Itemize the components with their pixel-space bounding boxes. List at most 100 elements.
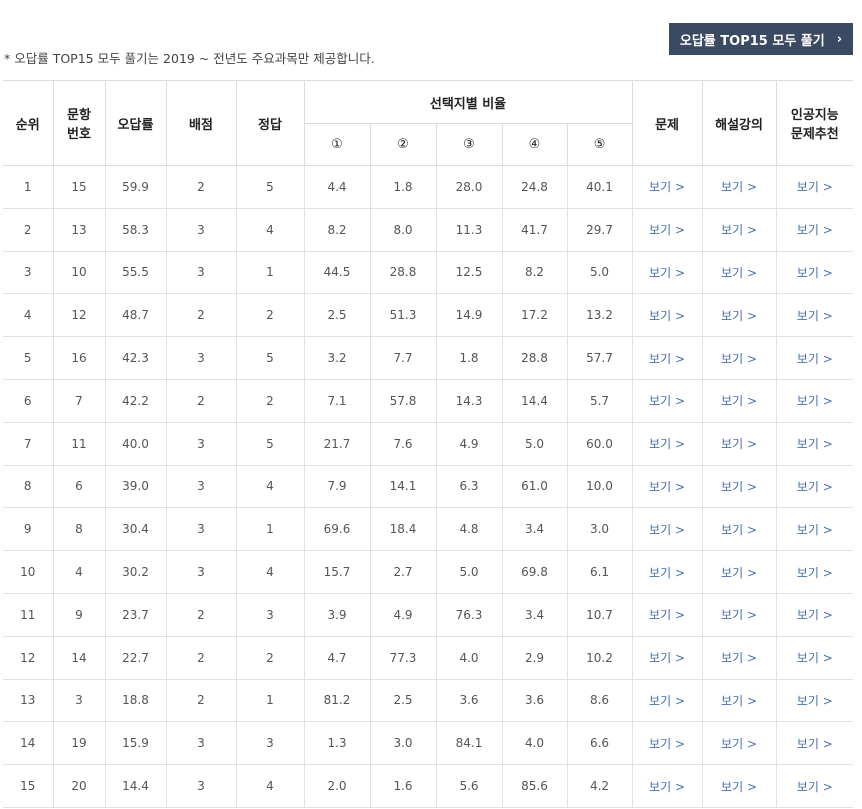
view-lecture-link[interactable]: 보기 >	[721, 394, 757, 408]
view-lecture-link[interactable]: 보기 >	[721, 480, 757, 494]
rank-cell: 3	[3, 250, 54, 295]
view-problem-link[interactable]: 보기 >	[649, 780, 685, 794]
choice-5-ratio-cell: 6.1	[566, 550, 633, 594]
view-ai-recommend-link[interactable]: 보기 >	[797, 437, 833, 451]
choice-4-ratio-cell: 24.8	[501, 165, 568, 209]
choice-3-ratio-cell: 5.6	[435, 764, 503, 808]
view-ai-recommend-link[interactable]: 보기 >	[797, 523, 833, 537]
view-lecture-link[interactable]: 보기 >	[721, 223, 757, 237]
rank-cell: 15	[3, 764, 54, 808]
view-ai-recommend-link[interactable]: 보기 >	[797, 651, 833, 665]
view-ai-recommend-link[interactable]: 보기 >	[797, 180, 833, 194]
solve-top15-button[interactable]: 오답률 TOP15 모두 풀기 ›	[669, 23, 853, 55]
header-lecture: 해설강의	[701, 80, 777, 166]
view-problem-link[interactable]: 보기 >	[649, 608, 685, 622]
choice-5-ratio-cell: 4.2	[566, 764, 633, 808]
choice-2-ratio-cell: 14.1	[369, 464, 437, 509]
view-lecture-link[interactable]: 보기 >	[721, 437, 757, 451]
choice-4-ratio-cell: 3.4	[501, 592, 568, 637]
view-ai-recommend-link[interactable]: 보기 >	[797, 266, 833, 280]
choice-5-ratio-cell: 10.0	[566, 464, 633, 509]
header-choice-5: ⑤	[566, 123, 633, 166]
view-ai-recommend-link[interactable]: 보기 >	[797, 694, 833, 708]
view-ai-recommend-link[interactable]: 보기 >	[797, 309, 833, 323]
table-row: 14 19 15.9 3 3 1.3 3.0 84.1 4.0 6.6 보기 > 보기 > 보기 >	[3, 721, 854, 766]
rank-cell: 11	[3, 592, 54, 637]
answer-cell: 3	[235, 592, 305, 637]
answer-cell: 4	[235, 464, 305, 509]
view-problem-link[interactable]: 보기 >	[649, 651, 685, 665]
lecture-cell: 보기 >	[701, 678, 777, 723]
question-number-cell: 3	[52, 678, 106, 723]
answer-cell: 2	[235, 293, 305, 338]
view-problem-link[interactable]: 보기 >	[649, 566, 685, 580]
lecture-cell: 보기 >	[701, 764, 777, 808]
view-problem-link[interactable]: 보기 >	[649, 352, 685, 366]
choice-1-ratio-cell: 44.5	[303, 250, 371, 295]
view-lecture-link[interactable]: 보기 >	[721, 566, 757, 580]
view-ai-recommend-link[interactable]: 보기 >	[797, 737, 833, 751]
choice-5-ratio-cell: 8.6	[566, 678, 633, 723]
view-lecture-link[interactable]: 보기 >	[721, 523, 757, 537]
view-ai-recommend-link[interactable]: 보기 >	[797, 394, 833, 408]
problem-cell: 보기 >	[631, 678, 703, 723]
question-number-cell: 13	[52, 207, 106, 252]
view-problem-link[interactable]: 보기 >	[649, 394, 685, 408]
problem-cell: 보기 >	[631, 378, 703, 423]
problem-cell: 보기 >	[631, 635, 703, 680]
view-problem-link[interactable]: 보기 >	[649, 694, 685, 708]
table-row: 6 7 42.2 2 2 7.1 57.8 14.3 14.4 5.7 보기 > 보기 > 보기 >	[3, 378, 854, 423]
view-lecture-link[interactable]: 보기 >	[721, 608, 757, 622]
lecture-cell: 보기 >	[701, 550, 777, 594]
view-problem-link[interactable]: 보기 >	[649, 437, 685, 451]
table-row: 11 9 23.7 2 3 3.9 4.9 76.3 3.4 10.7 보기 > 보기 > 보기 >	[3, 592, 854, 637]
choice-1-ratio-cell: 7.9	[303, 464, 371, 509]
view-problem-link[interactable]: 보기 >	[649, 737, 685, 751]
points-cell: 3	[165, 764, 237, 808]
view-problem-link[interactable]: 보기 >	[649, 223, 685, 237]
choice-1-ratio-cell: 2.0	[303, 764, 371, 808]
ai-recommend-cell: 보기 >	[775, 678, 854, 723]
view-problem-link[interactable]: 보기 >	[649, 180, 685, 194]
choice-2-ratio-cell: 4.9	[369, 592, 437, 637]
wrong-rate-cell: 48.7	[104, 293, 167, 338]
header-choice-2: ②	[369, 123, 437, 166]
view-lecture-link[interactable]: 보기 >	[721, 651, 757, 665]
ai-recommend-cell: 보기 >	[775, 635, 854, 680]
view-ai-recommend-link[interactable]: 보기 >	[797, 608, 833, 622]
view-lecture-link[interactable]: 보기 >	[721, 266, 757, 280]
view-lecture-link[interactable]: 보기 >	[721, 780, 757, 794]
rank-cell: 4	[3, 293, 54, 338]
view-problem-link[interactable]: 보기 >	[649, 480, 685, 494]
problem-cell: 보기 >	[631, 550, 703, 594]
view-ai-recommend-link[interactable]: 보기 >	[797, 352, 833, 366]
view-lecture-link[interactable]: 보기 >	[721, 737, 757, 751]
view-ai-recommend-link[interactable]: 보기 >	[797, 780, 833, 794]
wrong-rate-cell: 40.0	[104, 421, 167, 466]
choice-3-ratio-cell: 3.6	[435, 678, 503, 723]
view-ai-recommend-link[interactable]: 보기 >	[797, 566, 833, 580]
rank-cell: 8	[3, 464, 54, 509]
header-choice-4: ④	[501, 123, 568, 166]
header-answer: 정답	[235, 80, 305, 166]
view-lecture-link[interactable]: 보기 >	[721, 352, 757, 366]
lecture-cell: 보기 >	[701, 293, 777, 338]
question-number-cell: 11	[52, 421, 106, 466]
view-ai-recommend-link[interactable]: 보기 >	[797, 223, 833, 237]
view-problem-link[interactable]: 보기 >	[649, 309, 685, 323]
choice-5-ratio-cell: 60.0	[566, 421, 633, 466]
view-ai-recommend-link[interactable]: 보기 >	[797, 480, 833, 494]
view-problem-link[interactable]: 보기 >	[649, 266, 685, 280]
choice-2-ratio-cell: 51.3	[369, 293, 437, 338]
rank-cell: 6	[3, 378, 54, 423]
view-lecture-link[interactable]: 보기 >	[721, 694, 757, 708]
choice-4-ratio-cell: 2.9	[501, 635, 568, 680]
chevron-right-icon: ›	[836, 31, 843, 47]
ai-recommend-cell: 보기 >	[775, 464, 854, 509]
points-cell: 3	[165, 207, 237, 252]
choice-2-ratio-cell: 8.0	[369, 207, 437, 252]
view-lecture-link[interactable]: 보기 >	[721, 180, 757, 194]
view-lecture-link[interactable]: 보기 >	[721, 309, 757, 323]
table-row: 1 15 59.9 2 5 4.4 1.8 28.0 24.8 40.1 보기 > 보기 > 보기 >	[3, 165, 854, 209]
view-problem-link[interactable]: 보기 >	[649, 523, 685, 537]
